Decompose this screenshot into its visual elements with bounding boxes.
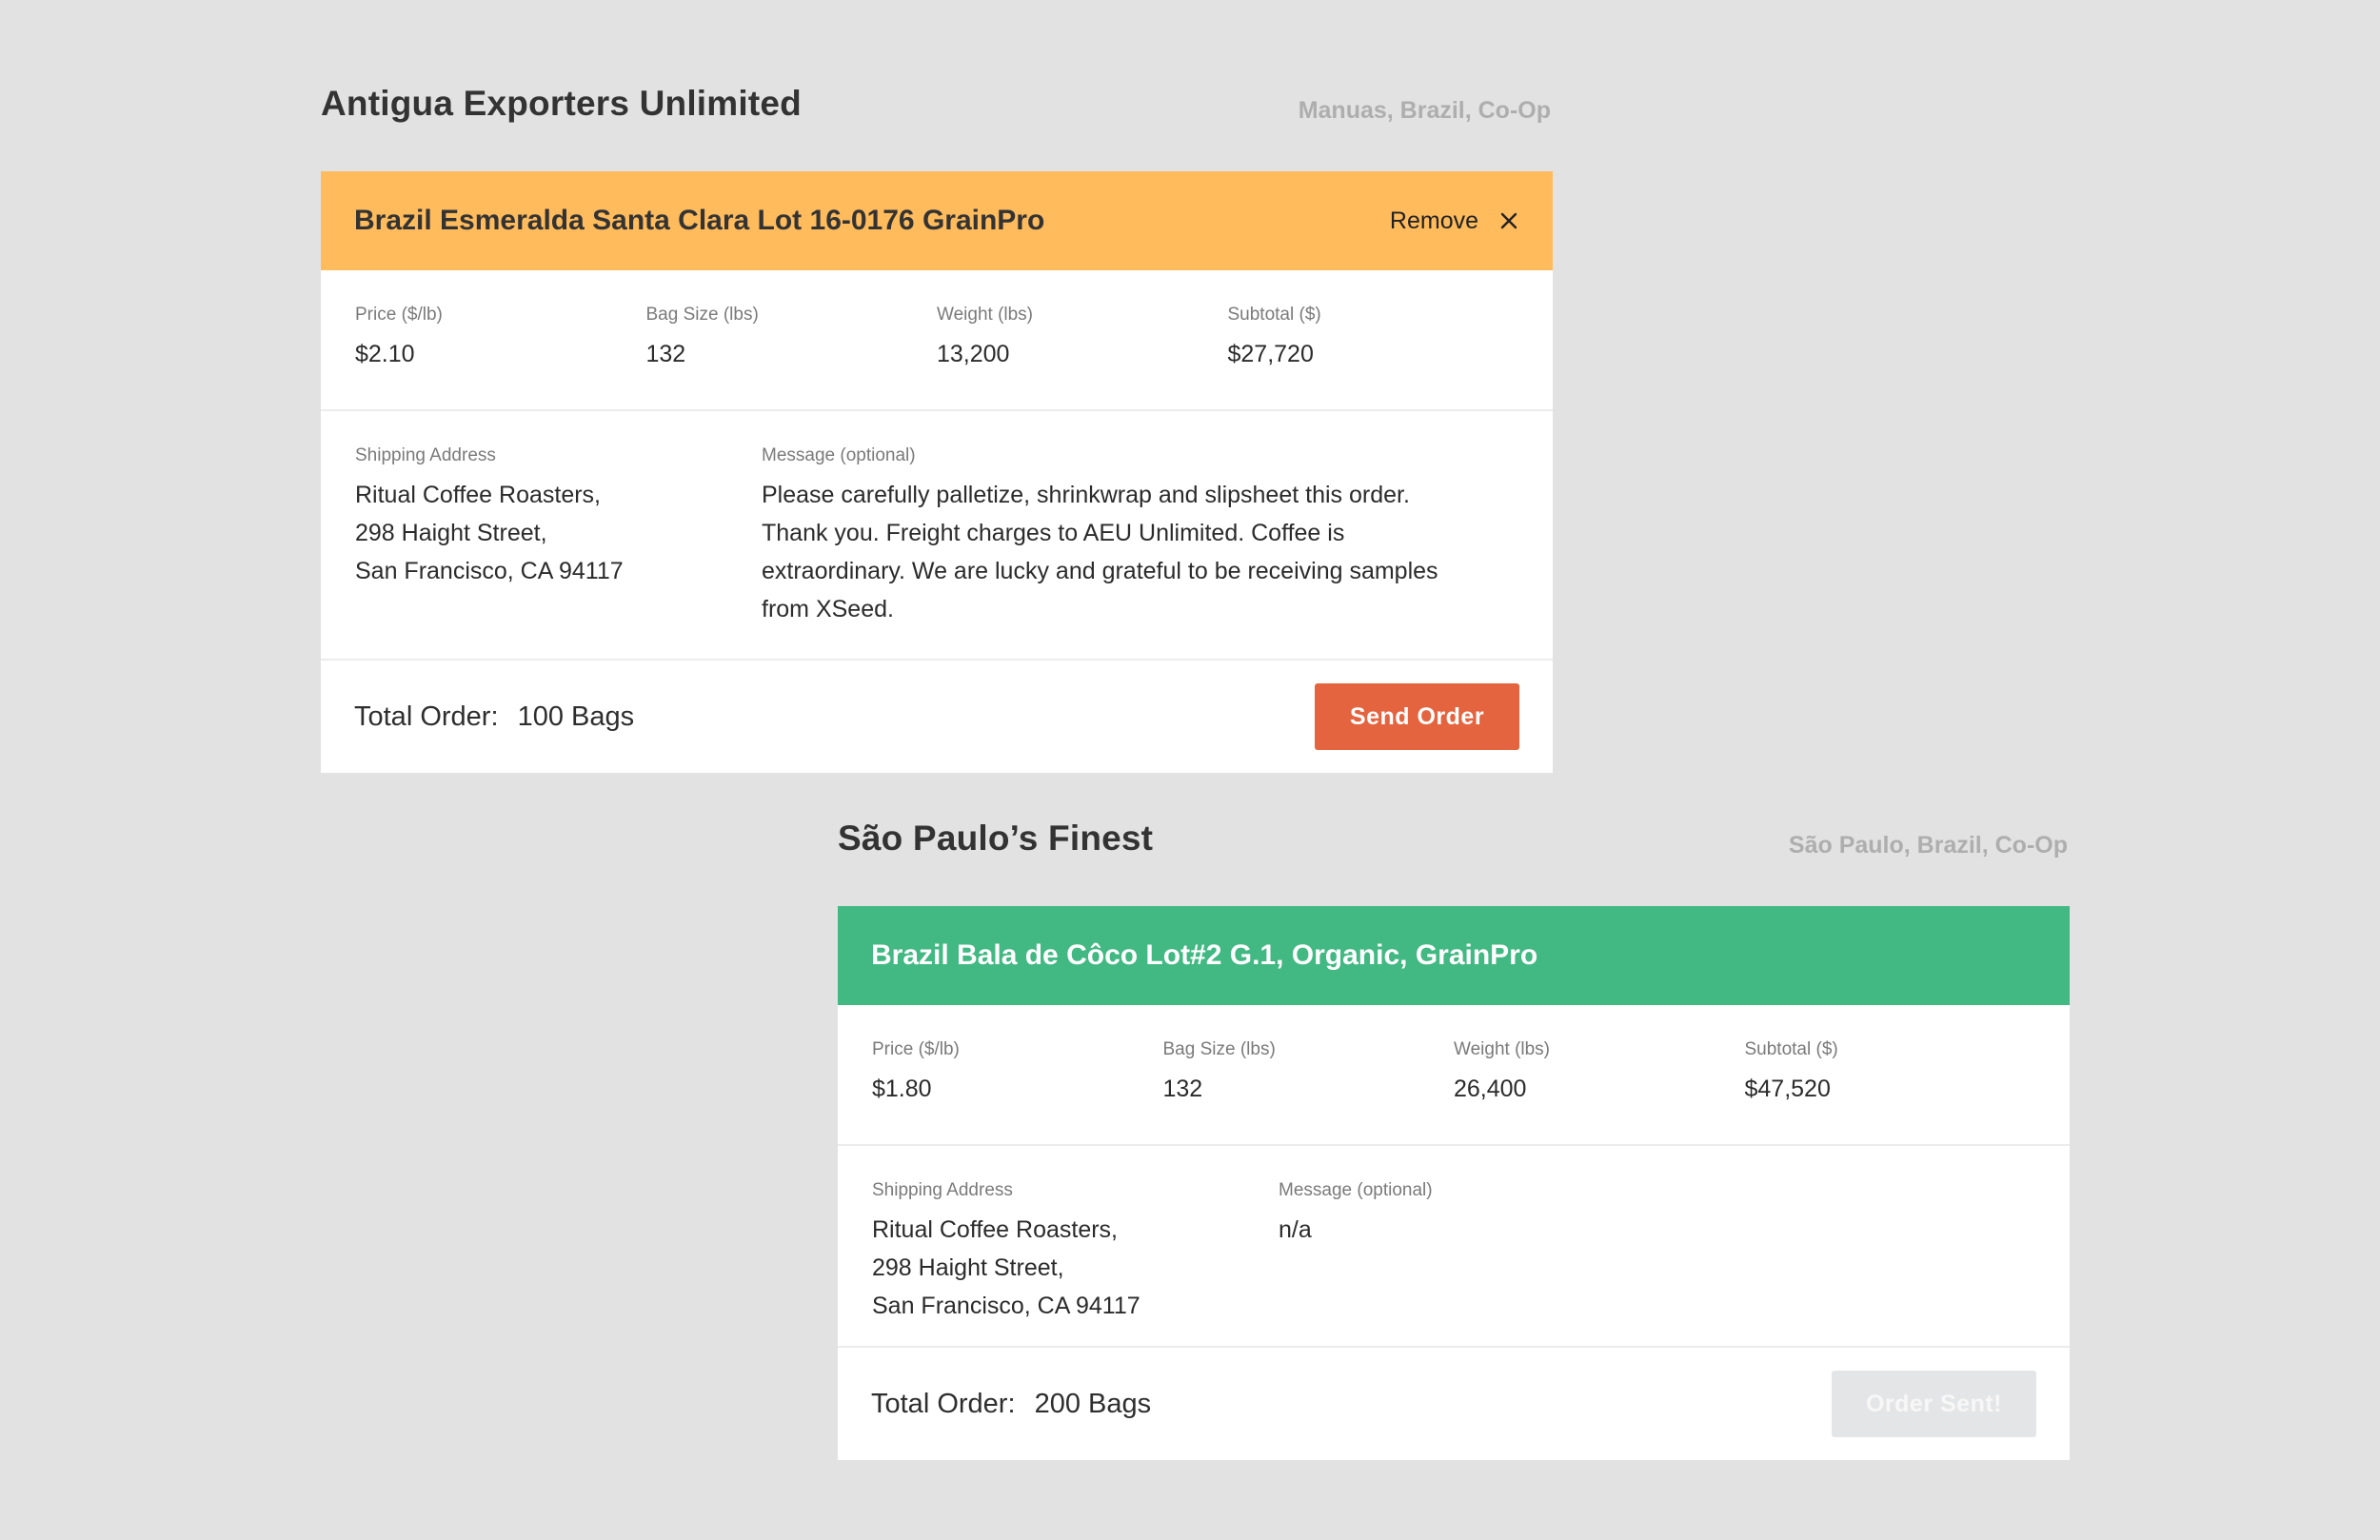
shipping-address-value: Ritual Coffee Roasters, 298 Haight Stree… <box>355 482 624 584</box>
bag-size-label: Bag Size (lbs) <box>1162 1039 1276 1059</box>
order-card: Brazil Bala de Côco Lot#2 G.1, Organic, … <box>838 906 2070 1460</box>
lot-specs: Price ($/lb) $1.80 Bag Size (lbs) 132 We… <box>838 1005 2070 1146</box>
spec-subtotal: Subtotal ($) $27,720 <box>1228 305 1519 409</box>
total-order-value: 200 Bags <box>1034 1388 1152 1419</box>
spec-weight: Weight (lbs) 13,200 <box>937 305 1228 409</box>
remove-button[interactable]: Remove <box>1390 207 1518 235</box>
price-value: $1.80 <box>872 1076 932 1102</box>
shipping-address: Shipping Address Ritual Coffee Roasters,… <box>872 1180 1279 1346</box>
send-order-button[interactable]: Send Order <box>1315 683 1519 750</box>
weight-value: 26,400 <box>1454 1076 1527 1102</box>
message-label: Message (optional) <box>1279 1180 1433 1200</box>
total-order: Total Order: 200 Bags <box>871 1389 1151 1420</box>
weight-label: Weight (lbs) <box>1454 1039 1551 1059</box>
bag-size-label: Bag Size (lbs) <box>645 305 759 325</box>
order-details: Shipping Address Ritual Coffee Roasters,… <box>838 1146 2070 1348</box>
total-order-value: 100 Bags <box>517 701 635 732</box>
order-message: Message (optional) Please carefully pall… <box>762 445 1485 659</box>
total-order-label: Total Order: <box>354 701 499 732</box>
order-sent-button[interactable]: Order Sent! <box>1832 1371 2036 1437</box>
shipping-address-label: Shipping Address <box>872 1180 1013 1200</box>
bag-size-value: 132 <box>1162 1076 1203 1102</box>
price-label: Price ($/lb) <box>355 305 443 325</box>
order-details: Shipping Address Ritual Coffee Roasters,… <box>321 411 1553 661</box>
lot-title: Brazil Esmeralda Santa Clara Lot 16-0176… <box>354 205 1045 236</box>
shipping-address: Shipping Address Ritual Coffee Roasters,… <box>355 445 762 659</box>
bag-size-value: 132 <box>645 341 686 367</box>
price-label: Price ($/lb) <box>872 1039 960 1059</box>
total-order-label: Total Order: <box>871 1388 1016 1419</box>
lot-specs: Price ($/lb) $2.10 Bag Size (lbs) 132 We… <box>321 270 1553 411</box>
vendor-header: Antigua Exporters Unlimited Manuas, Braz… <box>321 84 1553 171</box>
total-order: Total Order: 100 Bags <box>354 701 634 733</box>
order-message: Message (optional) n/a <box>1279 1180 2002 1346</box>
subtotal-label: Subtotal ($) <box>1227 305 1321 325</box>
order-footer: Total Order: 200 Bags Order Sent! <box>838 1348 2070 1460</box>
vendor-section-sao-paulo: São Paulo’s Finest São Paulo, Brazil, Co… <box>838 819 2070 1460</box>
spec-bag-size: Bag Size (lbs) 132 <box>1163 1039 1455 1144</box>
message-value: Please carefully palletize, shrinkwrap a… <box>762 482 1438 622</box>
subtotal-label: Subtotal ($) <box>1744 1039 1838 1059</box>
message-value: n/a <box>1279 1216 1312 1243</box>
weight-value: 13,200 <box>937 341 1010 367</box>
message-label: Message (optional) <box>762 445 916 465</box>
vendor-location: Manuas, Brazil, Co-Op <box>1298 97 1551 124</box>
subtotal-value: $47,520 <box>1744 1076 1831 1102</box>
vendor-location: São Paulo, Brazil, Co-Op <box>1788 832 2068 859</box>
lot-header: Brazil Bala de Côco Lot#2 G.1, Organic, … <box>838 906 2070 1005</box>
spec-subtotal: Subtotal ($) $47,520 <box>1745 1039 2036 1144</box>
remove-label: Remove <box>1389 207 1478 234</box>
subtotal-value: $27,720 <box>1227 341 1314 367</box>
order-card: Brazil Esmeralda Santa Clara Lot 16-0176… <box>321 171 1553 773</box>
price-value: $2.10 <box>355 341 415 367</box>
spec-price: Price ($/lb) $1.80 <box>872 1039 1163 1144</box>
vendor-name: São Paulo’s Finest <box>838 819 1154 858</box>
vendor-name: Antigua Exporters Unlimited <box>321 84 802 123</box>
spec-bag-size: Bag Size (lbs) 132 <box>646 305 938 409</box>
spec-price: Price ($/lb) $2.10 <box>355 305 646 409</box>
spec-weight: Weight (lbs) 26,400 <box>1454 1039 1745 1144</box>
shipping-address-label: Shipping Address <box>355 445 496 465</box>
vendor-header: São Paulo’s Finest São Paulo, Brazil, Co… <box>838 819 2070 906</box>
shipping-address-value: Ritual Coffee Roasters, 298 Haight Stree… <box>872 1216 1140 1319</box>
close-icon <box>1500 212 1517 229</box>
order-footer: Total Order: 100 Bags Send Order <box>321 661 1553 773</box>
lot-header: Brazil Esmeralda Santa Clara Lot 16-0176… <box>321 171 1553 270</box>
vendor-section-antigua: Antigua Exporters Unlimited Manuas, Braz… <box>321 84 1553 773</box>
weight-label: Weight (lbs) <box>937 305 1034 325</box>
lot-title: Brazil Bala de Côco Lot#2 G.1, Organic, … <box>871 939 1538 971</box>
